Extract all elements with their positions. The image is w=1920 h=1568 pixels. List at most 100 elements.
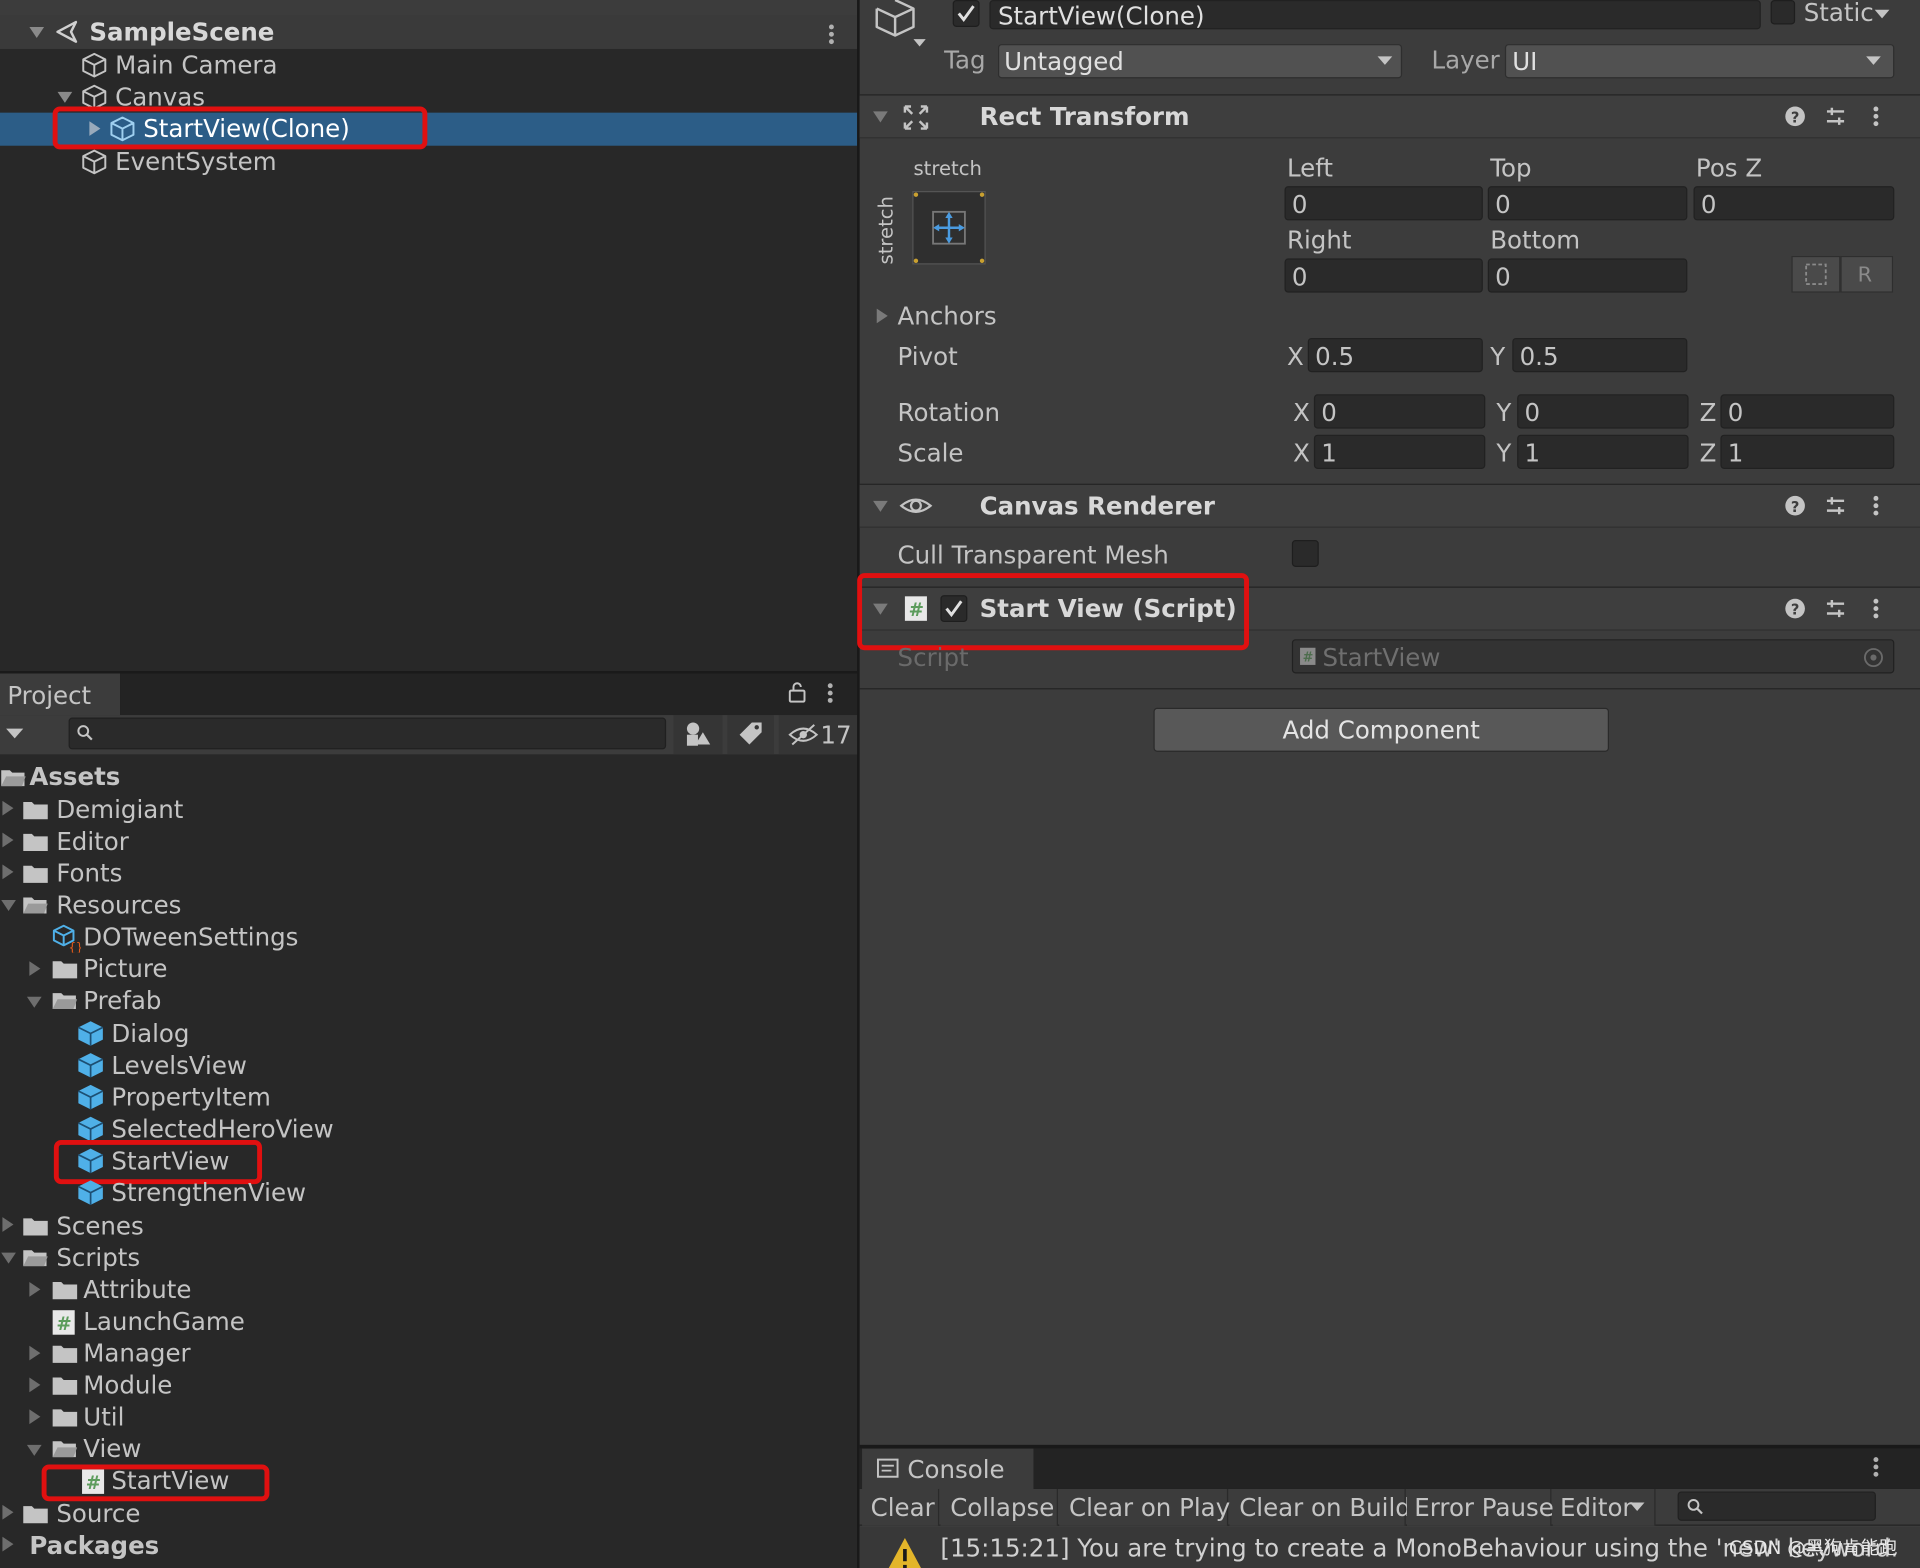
rot-z-value: 0 xyxy=(1727,397,1744,428)
folder-util[interactable]: Util xyxy=(83,1401,124,1433)
scale-x-label[interactable]: X xyxy=(1293,437,1310,469)
help-icon[interactable]: ? xyxy=(1784,495,1806,517)
blueprint-mode-button[interactable] xyxy=(1791,255,1841,293)
rot-z-label[interactable]: Z xyxy=(1700,397,1717,429)
pivot-x-label[interactable]: X xyxy=(1287,340,1304,372)
prefab-strengthenview[interactable]: StrengthenView xyxy=(111,1177,306,1209)
anchor-presets-button[interactable] xyxy=(912,191,986,265)
project-menu-icon[interactable] xyxy=(824,681,836,705)
canvas-foldout-arrow[interactable] xyxy=(56,88,73,105)
expand-arrow-icon[interactable] xyxy=(27,1281,42,1298)
component-menu-icon[interactable] xyxy=(1870,596,1882,620)
expand-arrow-icon[interactable] xyxy=(27,1345,42,1362)
prefab-dialog[interactable]: Dialog xyxy=(111,1018,189,1050)
folder-scripts[interactable]: Scripts xyxy=(56,1242,140,1274)
search-by-label-button[interactable] xyxy=(727,715,774,755)
expand-arrow-icon[interactable] xyxy=(0,863,15,880)
search-by-type-button[interactable] xyxy=(673,715,723,755)
folder-source[interactable]: Source xyxy=(56,1498,140,1530)
folder-attribute[interactable]: Attribute xyxy=(83,1273,191,1305)
gameobject-icon[interactable] xyxy=(872,0,928,51)
svg-text:?: ? xyxy=(1791,109,1800,126)
scale-y-label[interactable]: Y xyxy=(1496,437,1511,469)
scale-label: Scale xyxy=(897,438,964,468)
create-dropdown-icon[interactable] xyxy=(5,725,25,742)
help-icon[interactable]: ? xyxy=(1784,598,1806,620)
bottom-field[interactable] xyxy=(1487,258,1688,293)
project-search-input[interactable] xyxy=(68,717,667,750)
rot-x-field[interactable] xyxy=(1313,394,1486,429)
console-search-input[interactable] xyxy=(1677,1491,1876,1521)
folder-demigiant[interactable]: Demigiant xyxy=(56,793,183,825)
static-checkbox[interactable] xyxy=(1770,0,1796,25)
folder-module[interactable]: Module xyxy=(83,1369,172,1401)
presets-icon[interactable] xyxy=(1825,105,1847,127)
expand-arrow-icon[interactable] xyxy=(27,960,42,977)
folder-scenes[interactable]: Scenes xyxy=(56,1210,143,1242)
folder-prefab[interactable]: Prefab xyxy=(83,984,161,1016)
scale-x-field[interactable] xyxy=(1313,434,1486,469)
console-menu-icon[interactable] xyxy=(1870,1455,1882,1479)
panel-divider[interactable] xyxy=(857,0,860,1568)
prefab-levelsview[interactable]: LevelsView xyxy=(111,1049,247,1081)
expand-arrow-icon[interactable] xyxy=(0,831,15,848)
hierarchy-search-strip[interactable] xyxy=(0,0,858,16)
top-field[interactable] xyxy=(1487,186,1688,221)
rot-z-field[interactable] xyxy=(1720,394,1895,429)
collapse-arrow-icon[interactable] xyxy=(0,1250,17,1265)
folder-editor[interactable]: Editor xyxy=(56,825,128,857)
hierarchy-item-main-camera[interactable]: Main Camera xyxy=(115,49,277,81)
expand-arrow-icon[interactable] xyxy=(874,307,889,324)
static-dropdown-icon[interactable] xyxy=(1873,7,1890,19)
active-checkbox[interactable] xyxy=(952,0,980,27)
scene-foldout-arrow[interactable] xyxy=(27,22,47,42)
cull-transparent-mesh-checkbox[interactable] xyxy=(1291,540,1319,567)
scene-menu-icon[interactable] xyxy=(825,22,837,46)
expand-arrow-icon[interactable] xyxy=(27,1408,42,1425)
presets-icon[interactable] xyxy=(1825,495,1847,517)
help-icon[interactable]: ? xyxy=(1784,105,1806,127)
component-menu-icon[interactable] xyxy=(1870,493,1882,517)
collapse-arrow-icon[interactable] xyxy=(872,109,889,124)
scale-z-field[interactable] xyxy=(1720,434,1895,469)
pivot-y-label[interactable]: Y xyxy=(1490,340,1505,372)
folder-manager[interactable]: Manager xyxy=(83,1337,190,1369)
anchors-foldout[interactable]: Anchors xyxy=(898,300,997,332)
eye-hidden-icon xyxy=(787,722,819,746)
expand-arrow-icon[interactable] xyxy=(0,1216,15,1233)
collapse-arrow-icon[interactable] xyxy=(26,1442,43,1457)
folder-icon xyxy=(51,1406,78,1428)
hierarchy-item-eventsystem[interactable]: EventSystem xyxy=(115,146,276,178)
collapse-arrow-icon[interactable] xyxy=(26,994,43,1009)
expand-arrow-icon[interactable] xyxy=(0,1504,15,1521)
collapse-arrow-icon[interactable] xyxy=(0,898,17,913)
expand-arrow-icon[interactable] xyxy=(27,1376,42,1393)
left-field[interactable] xyxy=(1284,186,1483,221)
expand-arrow-icon[interactable] xyxy=(0,800,15,817)
csharp-script-icon: # xyxy=(51,1309,75,1336)
packages-root[interactable]: Packages xyxy=(29,1529,159,1561)
lock-icon[interactable] xyxy=(786,681,808,703)
folder-picture[interactable]: Picture xyxy=(83,953,167,985)
rot-y-field[interactable] xyxy=(1517,394,1689,429)
assets-root[interactable]: Assets xyxy=(29,760,120,792)
asset-dotween-settings[interactable]: DOTweenSettings xyxy=(83,921,298,953)
prefab-propertyitem[interactable]: PropertyItem xyxy=(111,1081,270,1113)
layer-dropdown[interactable] xyxy=(1504,44,1895,79)
component-menu-icon[interactable] xyxy=(1870,104,1882,128)
object-name: StartView(Clone) xyxy=(997,1,1205,31)
watermark: CSDN @黑狗肯能跑 xyxy=(1728,1536,1898,1559)
posz-field[interactable] xyxy=(1693,186,1895,221)
rot-y-label[interactable]: Y xyxy=(1496,397,1511,429)
rot-x-label[interactable]: X xyxy=(1293,397,1310,429)
script-launchgame[interactable]: LaunchGame xyxy=(83,1305,245,1337)
folder-view[interactable]: View xyxy=(83,1433,141,1465)
folder-resources[interactable]: Resources xyxy=(56,889,181,921)
scale-y-field[interactable] xyxy=(1517,434,1689,469)
scale-z-label[interactable]: Z xyxy=(1700,437,1717,469)
presets-icon[interactable] xyxy=(1825,598,1847,620)
expand-arrow-icon[interactable] xyxy=(0,1536,15,1553)
collapse-arrow-icon[interactable] xyxy=(872,498,889,513)
right-field[interactable] xyxy=(1284,258,1483,293)
folder-fonts[interactable]: Fonts xyxy=(56,857,122,889)
